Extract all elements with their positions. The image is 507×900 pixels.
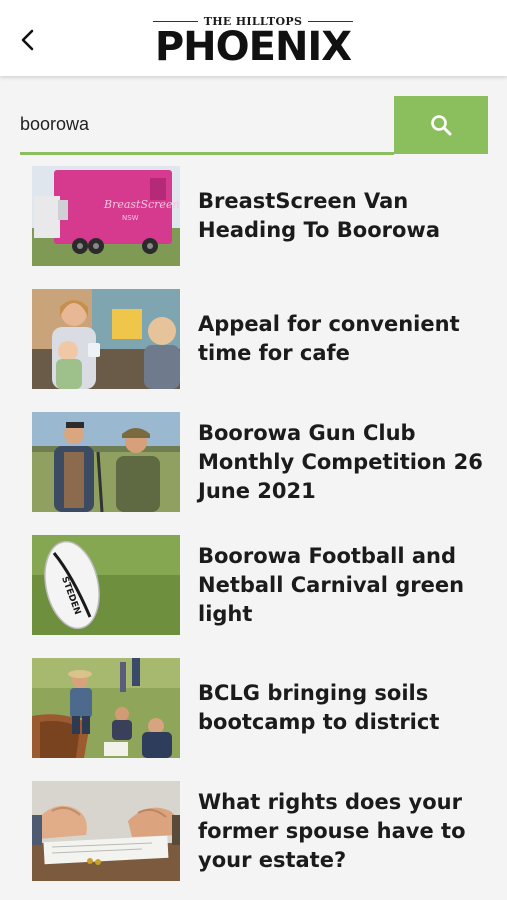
- list-item[interactable]: Appeal for convenient time for cafe: [32, 289, 492, 389]
- svg-text:BreastScreen: BreastScreen: [103, 198, 180, 211]
- list-item[interactable]: What rights does your former spouse have…: [32, 781, 492, 881]
- article-title[interactable]: What rights does your former spouse have…: [198, 781, 488, 881]
- article-title[interactable]: BCLG bringing soils bootcamp to district: [198, 658, 488, 758]
- list-item[interactable]: Boorowa Gun Club Monthly Competition 26 …: [32, 412, 492, 512]
- article-thumbnail: [32, 289, 180, 389]
- site-logo[interactable]: THE HILLTOPS PHOENIX: [147, 14, 359, 70]
- list-item[interactable]: BCLG bringing soils bootcamp to district: [32, 658, 492, 758]
- article-title[interactable]: Boorowa Football and Netball Carnival gr…: [198, 535, 488, 635]
- back-button[interactable]: [12, 24, 44, 56]
- chevron-left-icon: [21, 29, 34, 51]
- article-title[interactable]: Boorowa Gun Club Monthly Competition 26 …: [198, 412, 488, 512]
- list-item[interactable]: BreastScreen NSW BreastScreen Van Headin…: [32, 166, 492, 266]
- article-thumbnail: STEDEN: [32, 535, 180, 635]
- app-header: THE HILLTOPS PHOENIX: [0, 0, 507, 76]
- svg-text:NSW: NSW: [122, 214, 139, 222]
- search-button[interactable]: [394, 96, 488, 154]
- article-thumbnail: [32, 658, 180, 758]
- article-thumbnail: [32, 781, 180, 881]
- list-item[interactable]: STEDEN Boorowa Football and Netball Carn…: [32, 535, 492, 635]
- search-icon: [431, 115, 452, 136]
- article-title[interactable]: BreastScreen Van Heading To Boorowa: [198, 166, 488, 266]
- logo-wordmark: PHOENIX: [154, 24, 352, 70]
- article-title[interactable]: Appeal for convenient time for cafe: [198, 289, 488, 389]
- article-thumbnail: [32, 412, 180, 512]
- search-input[interactable]: [20, 96, 394, 155]
- article-thumbnail: BreastScreen NSW: [32, 166, 180, 266]
- search-bar: [20, 96, 488, 156]
